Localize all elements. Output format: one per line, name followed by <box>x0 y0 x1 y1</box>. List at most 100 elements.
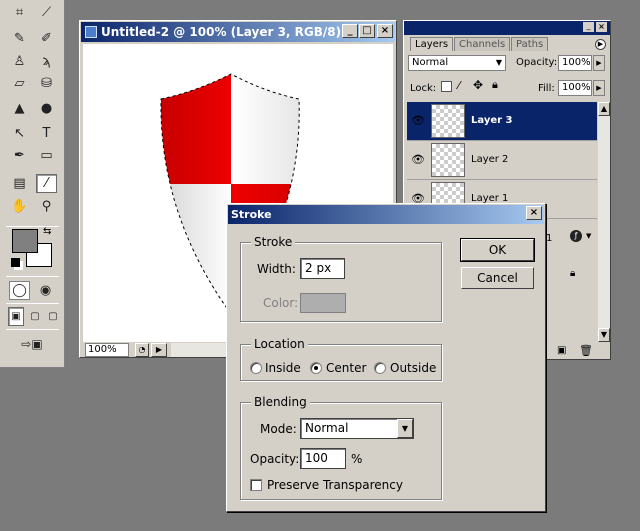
layer-fill-field[interactable]: 100% <box>558 80 592 96</box>
swap-colors-icon[interactable]: ⇆ <box>43 226 51 237</box>
location-inside-radio[interactable] <box>250 362 262 374</box>
blend-mode-dropdown-value: Normal <box>305 421 349 435</box>
stroke-color-swatch[interactable] <box>300 293 346 313</box>
eye-icon[interactable]: 👁︎ <box>409 153 427 167</box>
cancel-button[interactable]: Cancel <box>461 267 534 289</box>
status-icon[interactable]: ◔ <box>135 343 149 357</box>
preserve-transparency-checkbox[interactable] <box>250 479 262 491</box>
palette-menu-icon[interactable]: ▶ <box>595 39 606 50</box>
layer-thumbnail <box>431 143 465 177</box>
scroll-up-icon[interactable]: ▲ <box>598 102 610 116</box>
quick-mask-icon[interactable]: ◉ <box>35 281 56 300</box>
default-colors-icon[interactable] <box>11 258 20 267</box>
clone-stamp-icon[interactable]: ♙ <box>9 52 30 71</box>
path-selection-icon[interactable]: ↖ <box>9 124 30 143</box>
palette-minimize-button[interactable]: _ <box>583 22 594 32</box>
toolbox: ⌗ ⟋ ✎ ✐ ♙ ϡ ▱ ⛁ ▲ ● ↖ T ✒ ▭ ▤ ⁄ ✋ ⚲ ⇆ ◯ ◉ ▣ ▢ ▢ ⇨▣ <box>0 0 65 368</box>
full-screen-mode-icon[interactable]: ▢ <box>45 307 61 326</box>
dialog-title[interactable]: Stroke <box>228 205 544 224</box>
opacity-label: Opacity: <box>250 452 300 466</box>
rectangle-icon[interactable]: ▭ <box>36 146 57 165</box>
ok-button[interactable]: OK <box>460 238 535 262</box>
tab-paths[interactable]: Paths <box>511 37 549 51</box>
healing-brush-icon[interactable]: ✎ <box>9 29 30 48</box>
standard-screen-mode-icon[interactable]: ▣ <box>8 307 24 326</box>
lock-label: Lock: <box>410 83 437 94</box>
scroll-down-icon[interactable]: ▼ <box>598 328 610 342</box>
layer-thumbnail <box>431 104 465 138</box>
blending-group-title: Blending <box>251 395 310 409</box>
palette-close-button[interactable]: × <box>596 22 607 32</box>
layer-row[interactable]: 👁︎ Layer 3 <box>407 102 597 141</box>
full-screen-menu-mode-icon[interactable]: ▢ <box>27 307 43 326</box>
standard-mode-icon[interactable]: ◯ <box>9 281 30 300</box>
chevron-down-icon[interactable]: ▼ <box>586 232 591 240</box>
tab-layers[interactable]: Layers <box>410 37 454 51</box>
eyedropper-icon[interactable]: ⁄ <box>36 174 57 193</box>
fill-slider-arrow-icon[interactable]: ▶ <box>593 80 605 96</box>
stroke-dialog: Stroke × Stroke Width: 2 px Color: Locat… <box>226 203 546 512</box>
location-center-label[interactable]: Center <box>326 361 366 375</box>
preserve-transparency-label[interactable]: Preserve Transparency <box>267 478 403 492</box>
blend-mode-select[interactable]: Normal ▼ <box>408 55 506 71</box>
blur-icon[interactable]: ▲ <box>9 99 30 118</box>
hand-icon[interactable]: ✋ <box>9 197 30 216</box>
lock-image-icon[interactable]: ⁄ <box>458 79 460 92</box>
blending-group: Blending Mode: Normal ▼ Opacity: 100 % P… <box>240 395 442 500</box>
crop-icon[interactable]: ⌗ <box>9 3 30 22</box>
eye-icon[interactable]: 👁︎ <box>409 114 427 128</box>
toolbox-divider <box>6 303 59 304</box>
tab-channels[interactable]: Channels <box>454 37 511 51</box>
zoom-icon[interactable]: ⚲ <box>36 197 57 216</box>
blend-mode-dropdown[interactable]: Normal ▼ <box>300 418 414 439</box>
maximize-button[interactable]: □ <box>359 24 375 38</box>
dialog-close-button[interactable]: × <box>526 206 542 220</box>
toolbox-divider <box>6 329 59 330</box>
lock-all-icon[interactable]: 🔒︎ <box>492 78 498 92</box>
zoom-level-field[interactable]: 100% <box>85 343 129 357</box>
minimize-button[interactable]: _ <box>342 24 358 38</box>
toolbox-divider <box>6 276 59 277</box>
type-icon[interactable]: T <box>36 124 57 143</box>
document-title: Untitled-2 @ 100% (Layer 3, RGB/8) <box>101 25 342 39</box>
palette-titlebar[interactable]: _ × <box>404 21 610 35</box>
notes-icon[interactable]: ▤ <box>9 174 30 193</box>
history-brush-icon[interactable]: ϡ <box>36 52 57 71</box>
opacity-unit: % <box>351 452 363 466</box>
location-inside-label[interactable]: Inside <box>265 361 301 375</box>
foreground-color-swatch[interactable] <box>12 229 38 253</box>
lock-position-icon[interactable]: ✥ <box>473 78 483 92</box>
jump-to-imageready-icon[interactable]: ⇨▣ <box>12 334 52 353</box>
layer-name: Layer 2 <box>471 154 509 165</box>
close-document-button[interactable]: × <box>377 24 393 38</box>
location-outside-label[interactable]: Outside <box>390 361 436 375</box>
chevron-down-icon[interactable]: ▼ <box>397 419 413 438</box>
location-group: Location Inside Center Outside <box>240 337 442 381</box>
layer-opacity-field[interactable]: 100% <box>558 55 592 71</box>
chevron-down-icon: ▼ <box>495 58 502 67</box>
location-center-radio[interactable] <box>310 362 322 374</box>
layer-name: Layer 3 <box>471 115 513 126</box>
brush-icon[interactable]: ✐ <box>36 29 57 48</box>
lock-transparency-icon[interactable] <box>441 81 452 92</box>
eraser-icon[interactable]: ▱ <box>9 74 30 93</box>
layers-vertical-scrollbar[interactable]: ▲ ▼ <box>598 102 610 342</box>
stroke-group: Stroke Width: 2 px Color: <box>240 235 442 322</box>
opacity-slider-arrow-icon[interactable]: ▶ <box>593 55 605 71</box>
photoshop-document-icon <box>85 26 97 38</box>
layer-row[interactable]: 👁︎ Layer 2 <box>407 141 597 180</box>
paint-bucket-icon[interactable]: ⛁ <box>36 74 57 93</box>
delete-layer-icon[interactable]: 🗑︎ <box>579 344 593 357</box>
layer-effects-icon[interactable]: ƒ <box>570 230 582 242</box>
new-layer-icon[interactable]: ▣ <box>557 345 566 356</box>
location-outside-radio[interactable] <box>374 362 386 374</box>
slice-icon[interactable]: ⟋ <box>36 3 57 22</box>
stroke-width-input[interactable]: 2 px <box>300 258 345 279</box>
dodge-icon[interactable]: ● <box>36 99 57 118</box>
pen-icon[interactable]: ✒ <box>9 146 30 165</box>
status-menu-arrow-icon[interactable]: ▶ <box>151 343 167 357</box>
opacity-input[interactable]: 100 <box>300 448 346 469</box>
layer-lock-icon: 🔒︎ <box>570 268 576 279</box>
location-group-title: Location <box>251 337 308 351</box>
opacity-label: Opacity: <box>516 57 558 68</box>
